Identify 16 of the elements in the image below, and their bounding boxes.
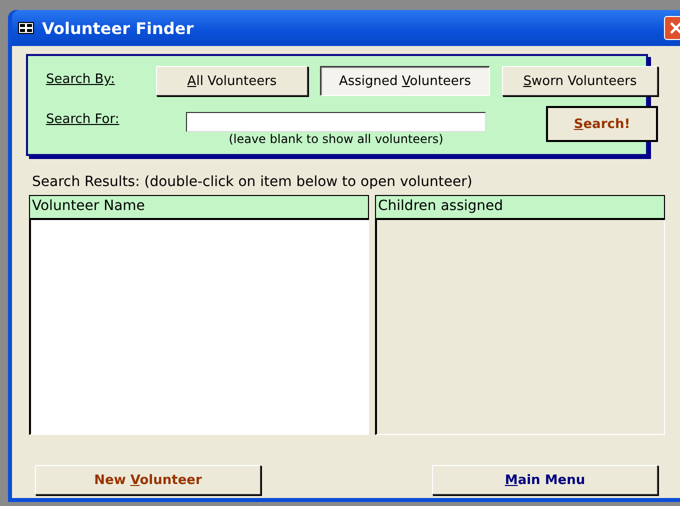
results-caption: Search Results: (double-click on item below to open volunteer) [32, 174, 474, 190]
filter-toggle[interactable]: All Volunteers [156, 66, 308, 96]
search-by-label: Search By: [46, 71, 116, 87]
column-header: Volunteer Name [29, 195, 369, 220]
search-button[interactable]: Search! [546, 106, 658, 142]
search-hint: (leave blank to show all volunteers) [228, 132, 444, 146]
search-field[interactable] [186, 112, 486, 132]
search-for-label: Search For: [46, 111, 120, 127]
action-button[interactable]: New Volunteer [35, 465, 261, 495]
action-button[interactable]: Main Menu [432, 465, 658, 495]
form-icon [18, 22, 34, 34]
filter-toggle[interactable]: Assigned Volunteers [320, 66, 490, 96]
window-title: Volunteer Finder [42, 18, 194, 38]
column-header: Children assigned [375, 195, 665, 220]
close-icon [670, 22, 680, 34]
filter-toggle[interactable]: Sworn Volunteers [502, 66, 658, 96]
